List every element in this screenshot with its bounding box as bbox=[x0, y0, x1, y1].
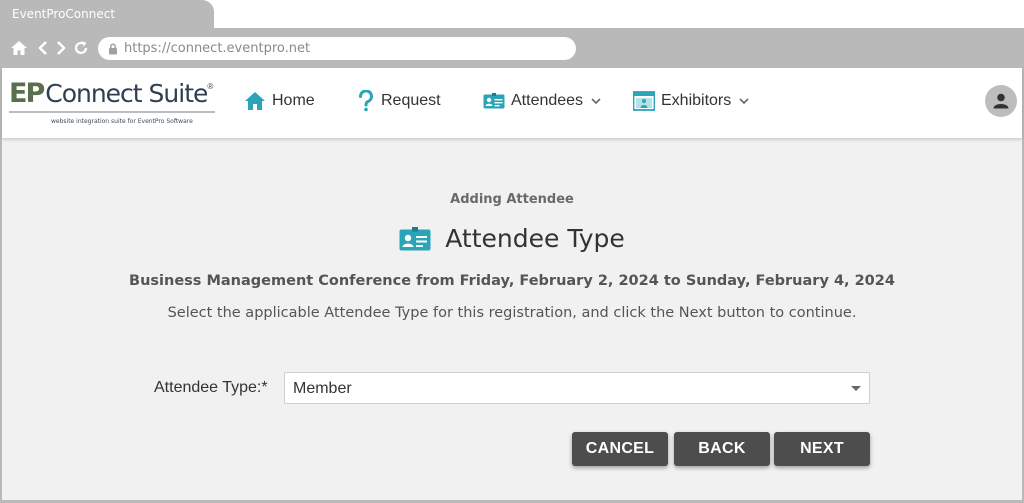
home-icon bbox=[244, 91, 266, 111]
logo-registered: ® bbox=[207, 82, 214, 91]
logo[interactable]: EP Connect Suite ® website integration s… bbox=[9, 78, 219, 130]
booth-icon bbox=[633, 91, 655, 111]
event-details: Business Management Conference from Frid… bbox=[129, 273, 895, 289]
cancel-button[interactable]: CANCEL bbox=[572, 432, 668, 466]
logo-ep: EP bbox=[9, 78, 45, 109]
main-content: Adding Attendee Attendee Type Business M… bbox=[2, 138, 1022, 500]
url-text: https://connect.eventpro.net bbox=[124, 41, 311, 56]
browser-tab-bar: EventProConnect bbox=[0, 0, 1024, 28]
page-title: Attendee Type bbox=[445, 224, 625, 253]
back-button[interactable]: BACK bbox=[674, 432, 770, 466]
nav-attendees-label: Attendees bbox=[511, 92, 584, 109]
caret-down-icon bbox=[851, 386, 861, 391]
site-header: EP Connect Suite ® website integration s… bbox=[2, 68, 1022, 138]
attendee-type-label: Attendee Type:* bbox=[154, 379, 268, 396]
nav-request-label: Request bbox=[381, 92, 441, 109]
browser-tab[interactable]: EventProConnect bbox=[0, 0, 214, 28]
instructions-text: Select the applicable Attendee Type for … bbox=[167, 305, 857, 321]
nav-attendees[interactable]: Attendees bbox=[483, 88, 601, 114]
page-title-row: Attendee Type bbox=[2, 224, 1022, 253]
nav-home[interactable]: Home bbox=[244, 88, 315, 114]
account-avatar[interactable] bbox=[985, 85, 1017, 117]
nav-exhibitors-label: Exhibitors bbox=[661, 92, 732, 109]
browser-reload-icon[interactable] bbox=[72, 39, 90, 57]
attendee-type-select[interactable]: Member bbox=[284, 372, 870, 404]
badge-icon bbox=[483, 93, 505, 109]
nav-request[interactable]: Request bbox=[357, 88, 441, 114]
logo-tagline: website integration suite for EventPro S… bbox=[51, 118, 193, 125]
user-icon bbox=[991, 91, 1011, 111]
lock-icon bbox=[108, 43, 118, 55]
address-bar[interactable]: https://connect.eventpro.net bbox=[98, 37, 576, 60]
logo-rule bbox=[9, 111, 215, 113]
badge-icon bbox=[399, 226, 431, 251]
nav-exhibitors[interactable]: Exhibitors bbox=[633, 88, 749, 114]
page-subtitle: Adding Attendee bbox=[450, 192, 574, 207]
browser-tab-title: EventProConnect bbox=[12, 7, 116, 21]
browser-forward-icon[interactable] bbox=[52, 39, 70, 57]
question-icon bbox=[357, 90, 375, 112]
next-button[interactable]: NEXT bbox=[774, 432, 870, 466]
chevron-down-icon bbox=[739, 97, 749, 105]
browser-back-icon[interactable] bbox=[34, 39, 52, 57]
nav-home-label: Home bbox=[272, 92, 315, 109]
browser-toolbar: https://connect.eventpro.net bbox=[0, 28, 1024, 68]
chevron-down-icon bbox=[591, 97, 601, 105]
logo-suite: Connect Suite bbox=[45, 79, 208, 108]
browser-home-icon[interactable] bbox=[10, 39, 28, 57]
attendee-type-value: Member bbox=[293, 380, 352, 397]
